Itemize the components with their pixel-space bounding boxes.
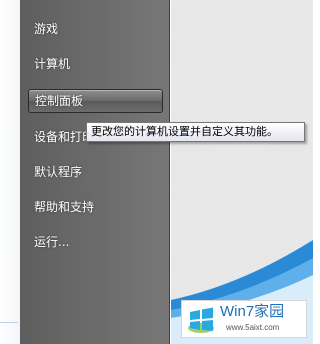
menu-item-computer[interactable]: 计算机	[28, 52, 163, 76]
start-menu-right-pane: 游戏 计算机 控制面板 设备和打印机 默认程序 帮助和支持 运行...	[20, 0, 170, 344]
menu-item-control-panel[interactable]: 控制面板	[28, 89, 163, 113]
menu-item-devices-printers[interactable]: 设备和打印机	[28, 125, 88, 149]
menu-item-help-support[interactable]: 帮助和支持	[28, 195, 163, 219]
watermark-url: www.5aixt.com	[226, 323, 280, 332]
divider	[0, 322, 18, 323]
tooltip: 更改您的计算机设置并自定义其功能。	[86, 122, 305, 142]
menu-item-run[interactable]: 运行...	[28, 230, 163, 254]
decorative-swoosh	[171, 240, 313, 344]
menu-item-games[interactable]: 游戏	[28, 17, 163, 41]
watermark-title: Win7家园	[220, 303, 285, 320]
desktop-background	[171, 0, 313, 344]
menu-item-default-programs[interactable]: 默认程序	[28, 160, 163, 184]
windows-flag-icon	[188, 307, 214, 333]
site-watermark: Win7家园 www.5aixt.com	[181, 300, 307, 338]
desktop-edge	[0, 0, 20, 344]
